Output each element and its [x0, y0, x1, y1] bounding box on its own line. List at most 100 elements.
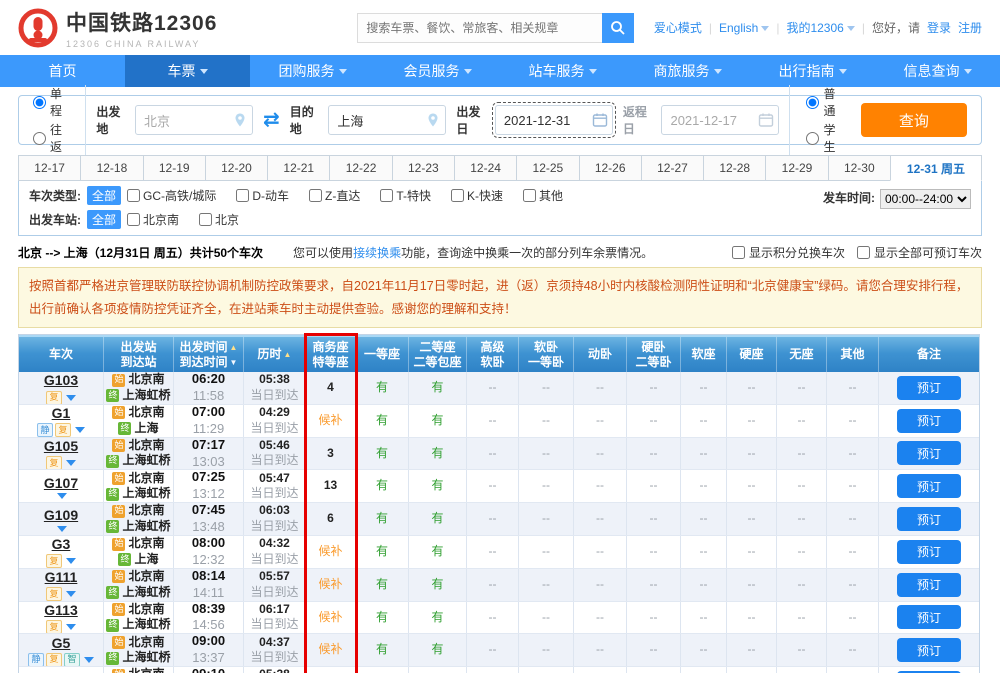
expand-row-icon[interactable]: [57, 526, 67, 532]
logo[interactable]: 中国铁路12306 12306 CHINA RAILWAY: [18, 7, 217, 49]
seat-cell[interactable]: 有: [356, 536, 409, 568]
expand-row-icon[interactable]: [66, 624, 76, 630]
seat-cell[interactable]: 有: [409, 405, 467, 437]
col-header-硬座[interactable]: 硬座: [727, 337, 777, 372]
book-button[interactable]: 预订: [897, 474, 961, 498]
date-tab-12-21[interactable]: 12-21: [267, 155, 329, 181]
nav-item-会员服务[interactable]: 会员服务: [375, 55, 500, 87]
train-type-option-其他[interactable]: 其他: [523, 187, 563, 204]
seat-cell[interactable]: 4: [306, 372, 356, 404]
date-tab-12-17[interactable]: 12-17: [18, 155, 80, 181]
seat-cell[interactable]: 候补: [356, 667, 409, 673]
expand-row-icon[interactable]: [66, 591, 76, 597]
expand-row-icon[interactable]: [66, 395, 76, 401]
sort-up-icon[interactable]: ▲: [284, 350, 292, 360]
date-tab-12-24[interactable]: 12-24: [454, 155, 516, 181]
train-type-option-checkbox[interactable]: [523, 189, 536, 202]
book-button[interactable]: 预订: [897, 540, 961, 564]
type-normal-radio[interactable]: 普通: [806, 85, 846, 119]
date-tab-12-20[interactable]: 12-20: [205, 155, 267, 181]
date-tab-12-30[interactable]: 12-30: [828, 155, 890, 181]
seat-cell[interactable]: 有: [356, 569, 409, 601]
expand-row-icon[interactable]: [57, 493, 67, 499]
depart-station-option-北京[interactable]: 北京: [199, 211, 239, 228]
expand-row-icon[interactable]: [84, 657, 94, 663]
train-type-option-checkbox[interactable]: [451, 189, 464, 202]
seat-cell[interactable]: 有: [409, 503, 467, 535]
train-type-all-badge[interactable]: 全部: [87, 186, 121, 205]
date-tab-12-29[interactable]: 12-29: [765, 155, 827, 181]
seat-cell[interactable]: 有: [409, 372, 467, 404]
query-button[interactable]: 查询: [861, 103, 967, 137]
col-header-一等座[interactable]: 一等座: [356, 337, 409, 372]
col-header-无座[interactable]: 无座: [777, 337, 827, 372]
seat-cell[interactable]: 有: [409, 470, 467, 502]
seat-cell[interactable]: 3: [306, 438, 356, 470]
train-type-option-checkbox[interactable]: [236, 189, 249, 202]
date-tab-active[interactable]: 12-31 周五: [890, 155, 982, 181]
date-tab-12-27[interactable]: 12-27: [641, 155, 703, 181]
care-mode-link[interactable]: 爱心模式: [654, 19, 702, 36]
my12306-link[interactable]: 我的12306: [786, 19, 854, 36]
register-link[interactable]: 注册: [958, 19, 982, 36]
depart-time-select[interactable]: 00:00--24:00: [880, 189, 971, 209]
col-header-软座[interactable]: 软座: [681, 337, 727, 372]
type-student-radio[interactable]: 学生: [806, 121, 846, 155]
col-header-出发时间[interactable]: 出发时间▲到达时间▼: [174, 337, 244, 372]
seat-cell[interactable]: 候补: [306, 405, 356, 437]
train-type-option-D-动车[interactable]: D-动车: [236, 187, 289, 204]
seat-cell[interactable]: 有: [409, 536, 467, 568]
nav-item-站车服务[interactable]: 站车服务: [500, 55, 625, 87]
train-number-link[interactable]: G113: [44, 602, 77, 620]
seat-cell[interactable]: 候补: [306, 667, 356, 673]
seat-cell[interactable]: 有: [356, 602, 409, 634]
sort-up-icon[interactable]: ▲: [230, 343, 238, 353]
nav-item-首页[interactable]: 首页: [0, 55, 125, 87]
col-header-二等座[interactable]: 二等座二等包座: [409, 337, 467, 372]
date-tab-12-28[interactable]: 12-28: [703, 155, 765, 181]
col-header-动卧[interactable]: 动卧: [574, 337, 627, 372]
col-header-车次[interactable]: 车次: [19, 337, 104, 372]
depart-station-option-checkbox[interactable]: [127, 213, 140, 226]
nav-item-团购服务[interactable]: 团购服务: [250, 55, 375, 87]
nav-item-车票[interactable]: 车票: [125, 55, 250, 87]
date-tab-12-19[interactable]: 12-19: [143, 155, 205, 181]
seat-cell[interactable]: 有: [356, 503, 409, 535]
train-number-link[interactable]: G105: [44, 438, 78, 456]
book-button[interactable]: 预订: [897, 409, 961, 433]
train-number-link[interactable]: G1: [52, 405, 71, 423]
col-header-高级[interactable]: 高级软卧: [467, 337, 519, 372]
train-number-link[interactable]: G111: [45, 569, 78, 587]
seat-cell[interactable]: 有: [356, 634, 409, 666]
seat-cell[interactable]: 有: [409, 667, 467, 673]
swap-stations-icon[interactable]: ⇄: [263, 110, 280, 130]
book-button[interactable]: 预订: [897, 376, 961, 400]
train-type-option-T-特快[interactable]: T-特快: [380, 187, 431, 204]
transfer-link[interactable]: 接续换乘: [353, 246, 401, 260]
col-header-出发站[interactable]: 出发站到达站: [104, 337, 174, 372]
train-type-option-checkbox[interactable]: [127, 189, 140, 202]
train-number-link[interactable]: G3: [52, 536, 71, 554]
expand-row-icon[interactable]: [75, 427, 85, 433]
train-number-link[interactable]: G109: [44, 506, 78, 524]
seat-cell[interactable]: 候补: [306, 569, 356, 601]
train-number-link[interactable]: G103: [44, 372, 78, 390]
nav-item-出行指南[interactable]: 出行指南: [750, 55, 875, 87]
depart-station-all-badge[interactable]: 全部: [87, 210, 121, 229]
col-header-硬卧[interactable]: 硬卧二等卧: [627, 337, 681, 372]
login-link[interactable]: 登录: [927, 19, 951, 36]
train-type-option-Z-直达[interactable]: Z-直达: [309, 187, 360, 204]
seat-cell[interactable]: 有: [356, 372, 409, 404]
book-button[interactable]: 预订: [897, 573, 961, 597]
seat-cell[interactable]: 候补: [306, 536, 356, 568]
sort-down-icon[interactable]: ▼: [230, 358, 238, 368]
date-tab-12-18[interactable]: 12-18: [80, 155, 142, 181]
seat-cell[interactable]: 候补: [306, 602, 356, 634]
expand-row-icon[interactable]: [66, 558, 76, 564]
train-type-option-GC-高铁/城际[interactable]: GC-高铁/城际: [127, 187, 216, 204]
seat-cell[interactable]: 有: [409, 438, 467, 470]
book-button[interactable]: 预订: [897, 605, 961, 629]
trip-round-radio[interactable]: 往返: [33, 121, 73, 155]
seat-cell[interactable]: 有: [356, 470, 409, 502]
date-tab-12-26[interactable]: 12-26: [579, 155, 641, 181]
